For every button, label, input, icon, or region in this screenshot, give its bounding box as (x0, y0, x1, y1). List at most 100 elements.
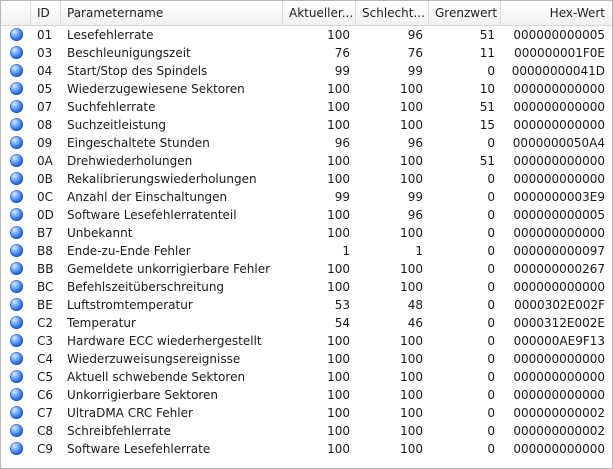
table-row[interactable]: C2 Temperatur 54 46 0 0000312E002E (1, 314, 612, 332)
status-ok-circle-icon (10, 298, 23, 311)
table-row[interactable]: C4 Wiederzuweisungsereignisse 100 100 0 00000… (1, 350, 612, 368)
status-cell (1, 170, 31, 188)
attribute-worst: 1 (415, 244, 423, 258)
attribute-id: 0D (37, 208, 54, 222)
status-cell (1, 224, 31, 242)
attribute-current: 100 (327, 352, 350, 366)
attribute-name: Wiederzugewiesene Sektoren (67, 82, 245, 96)
table-row[interactable]: 01 Lesefehlerrate 100 96 51 000000000005 (1, 26, 612, 44)
attribute-threshold: 0 (487, 190, 495, 204)
status-cell (1, 116, 31, 134)
attribute-id: 01 (37, 28, 53, 42)
attribute-threshold: 0 (487, 226, 495, 240)
attribute-threshold: 0 (487, 370, 495, 384)
table-row[interactable]: C6 Unkorrigierbare Sektoren 100 100 0 0000000… (1, 386, 612, 404)
status-ok-circle-icon (10, 226, 23, 239)
column-header-threshold[interactable]: Grenzwert (429, 1, 501, 25)
attribute-current: 100 (327, 226, 350, 240)
table-row[interactable]: 04 Start/Stop des Spindels 99 99 0 0000000004… (1, 62, 612, 80)
attribute-threshold: 0 (487, 334, 495, 348)
table-row[interactable]: 08 Suchzeitleistung 100 100 15 000000000000 (1, 116, 612, 134)
attribute-current: 100 (327, 82, 350, 96)
attribute-name: Schreibfehlerrate (67, 424, 171, 438)
attribute-name: Aktuell schwebende Sektoren (67, 370, 246, 384)
status-ok-circle-icon (10, 28, 23, 41)
table-row[interactable]: C3 Hardware ECC wiederhergestellt 100 100 0 0… (1, 332, 612, 350)
status-ok-circle-icon (10, 154, 23, 167)
attribute-name: Befehlszeitüberschreitung (67, 280, 225, 294)
status-cell (1, 386, 31, 404)
attribute-name: Unbekannt (67, 226, 133, 240)
attribute-worst: 100 (400, 388, 423, 402)
attribute-name: Lesefehlerrate (67, 28, 154, 42)
attribute-threshold: 0 (487, 406, 495, 420)
table-row[interactable]: 0D Software Lesefehlerratenteil 100 96 0 0000… (1, 206, 612, 224)
table-row[interactable]: C9 Software Lesefehlerrate 100 100 0 00000000… (1, 440, 612, 458)
status-cell (1, 296, 31, 314)
table-row[interactable]: 0C Anzahl der Einschaltungen 99 99 0 00000000… (1, 188, 612, 206)
column-header-current[interactable]: Aktueller... (283, 1, 356, 25)
attribute-current: 100 (327, 370, 350, 384)
attribute-name: Software Lesefehlerratenteil (67, 208, 237, 222)
table-row[interactable]: BE Luftstromtemperatur 53 48 0 0000302E002F (1, 296, 612, 314)
attribute-threshold: 51 (479, 100, 495, 114)
column-header-id[interactable]: ID (31, 1, 61, 25)
attribute-hex: 000000001F0E (514, 46, 605, 60)
attribute-current: 100 (327, 28, 350, 42)
attribute-threshold: 0 (487, 172, 495, 186)
attribute-name: Suchfehlerrate (67, 100, 156, 114)
status-cell (1, 44, 31, 62)
column-header-name[interactable]: Parametername (61, 1, 283, 25)
status-cell (1, 368, 31, 386)
attribute-id: C9 (37, 442, 54, 456)
table-row[interactable]: BB Gemeldete unkorrigierbare Fehler 100 100… (1, 260, 612, 278)
attribute-hex: 000000000002 (513, 424, 605, 438)
status-cell (1, 80, 31, 98)
attribute-id: BB (37, 262, 54, 276)
attribute-hex: 000000AE9F13 (513, 334, 605, 348)
status-cell (1, 260, 31, 278)
attribute-threshold: 51 (479, 28, 495, 42)
table-row[interactable]: B8 Ende-zu-Ende Fehler 1 1 0 000000000097 (1, 242, 612, 260)
attribute-hex: 000000000000 (513, 388, 605, 402)
table-row[interactable]: 05 Wiederzugewiesene Sektoren 100 100 10 0000… (1, 80, 612, 98)
attribute-hex: 000000000000 (513, 370, 605, 384)
attribute-hex: 000000000000 (513, 280, 605, 294)
attribute-id: C5 (37, 370, 54, 384)
column-header-status[interactable] (1, 1, 31, 25)
attribute-threshold: 0 (487, 244, 495, 258)
table-row[interactable]: 09 Eingeschaltete Stunden 96 96 0 0000000050A… (1, 134, 612, 152)
attribute-id: C3 (37, 334, 54, 348)
attribute-hex: 000000000000 (513, 172, 605, 186)
attribute-threshold: 0 (487, 442, 495, 456)
attribute-hex: 000000000097 (513, 244, 605, 258)
table-row[interactable]: C7 UltraDMA CRC Fehler 100 100 0 000000000002 (1, 404, 612, 422)
status-cell (1, 134, 31, 152)
attribute-current: 100 (327, 118, 350, 132)
attribute-name: Eingeschaltete Stunden (67, 136, 210, 150)
attribute-current: 100 (327, 442, 350, 456)
table-row[interactable]: B7 Unbekannt 100 100 0 000000000000 (1, 224, 612, 242)
status-cell (1, 422, 31, 440)
table-row[interactable]: 03 Beschleunigungszeit 76 76 11 000000001F0E (1, 44, 612, 62)
attribute-worst: 96 (407, 136, 423, 150)
attribute-id: 08 (37, 118, 53, 132)
attribute-threshold: 51 (479, 154, 495, 168)
table-row[interactable]: 07 Suchfehlerrate 100 100 51 000000000000 (1, 98, 612, 116)
status-ok-circle-icon (10, 244, 23, 257)
attribute-worst: 100 (400, 442, 423, 456)
attribute-current: 96 (334, 136, 350, 150)
table-row[interactable]: C5 Aktuell schwebende Sektoren 100 100 0 0000… (1, 368, 612, 386)
table-row[interactable]: BC Befehlszeitüberschreitung 100 100 0 000000… (1, 278, 612, 296)
table-row[interactable]: C8 Schreibfehlerrate 100 100 0 000000000002 (1, 422, 612, 440)
column-header-hex[interactable]: Hex-Wert (501, 1, 611, 25)
attribute-worst: 100 (400, 118, 423, 132)
column-header-worst[interactable]: Schlecht... (356, 1, 429, 25)
table-row[interactable]: 0A Drehwiederholungen 100 100 51 000000000000 (1, 152, 612, 170)
attribute-current: 100 (327, 154, 350, 168)
status-ok-circle-icon (10, 424, 23, 437)
attribute-name: Start/Stop des Spindels (67, 64, 208, 78)
status-ok-circle-icon (10, 136, 23, 149)
status-ok-circle-icon (10, 82, 23, 95)
table-row[interactable]: 0B Rekalibrierungswiederholungen 100 100 0 00… (1, 170, 612, 188)
